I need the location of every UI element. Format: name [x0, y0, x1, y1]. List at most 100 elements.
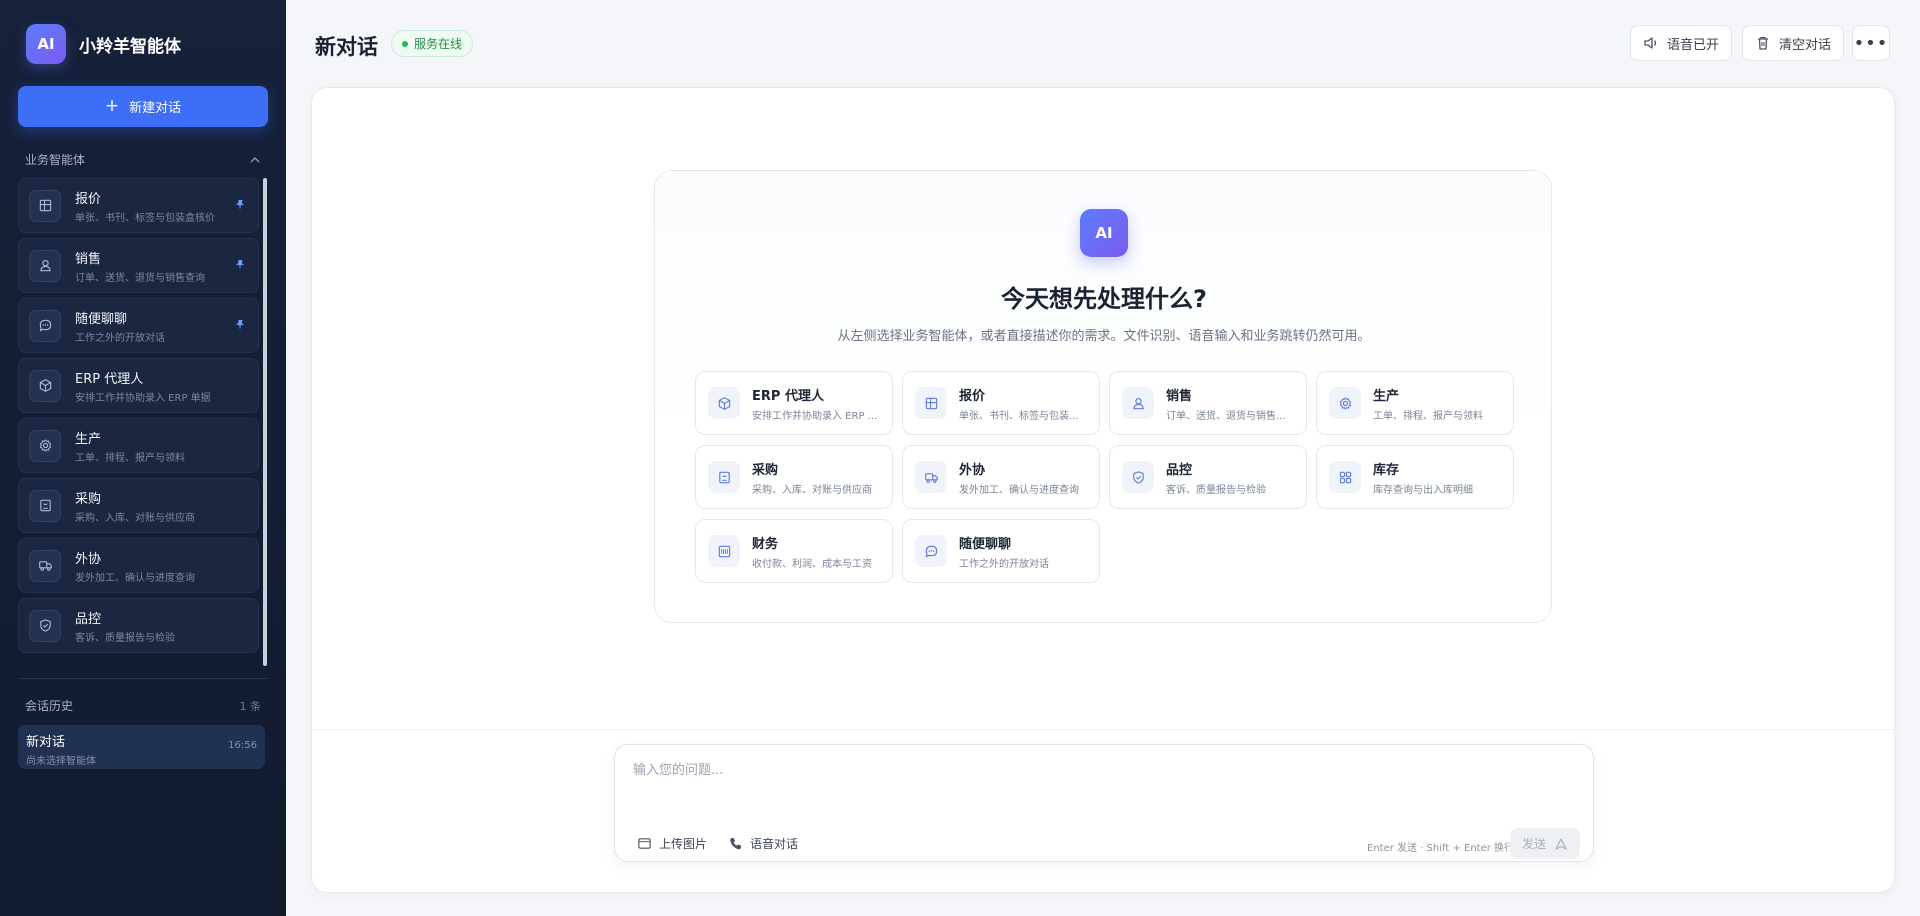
history-item[interactable]: 新对话 尚未选择智能体 16:56: [18, 725, 265, 769]
calculator-icon: [718, 545, 730, 557]
agent-icon-wrap: [29, 489, 61, 522]
quick-card-name: 报价: [959, 388, 986, 404]
quick-agent-card[interactable]: 外协发外加工、确认与进度查询: [902, 445, 1100, 509]
clear-chat-label: 清空对话: [1779, 37, 1832, 53]
quick-card-name: 随便聊聊: [959, 536, 1012, 552]
quick-agent-card[interactable]: ERP 代理人 安排工作并协助录入 ERP ...: [695, 371, 893, 435]
pin-icon[interactable]: [234, 199, 246, 214]
sidebar-agent-item[interactable]: 报价单张、书刊、标签与包装盒核价: [18, 178, 259, 233]
history-item-subtitle: 尚未选择智能体: [26, 756, 96, 767]
quick-card-name: 外协: [959, 462, 986, 478]
pin-icon[interactable]: [234, 319, 246, 334]
sidebar-agent-item[interactable]: 生产 工单、排程、报产与领料: [18, 418, 259, 473]
clear-chat-button[interactable]: 清空对话: [1742, 25, 1844, 61]
quick-text: 销售订单、送货、退货与销售...: [1166, 385, 1292, 422]
agent-name: 销售: [75, 251, 102, 267]
quick-agent-card[interactable]: 财务 收付款、利润、成本与工资: [695, 519, 893, 583]
trash-icon: [1758, 36, 1768, 50]
speaker-icon: [1644, 37, 1657, 49]
history-section-header: 会话历史 1 条: [25, 697, 261, 714]
agent-desc: 订单、送货、退货与销售查询: [75, 272, 205, 284]
scrollbar-thumb[interactable]: [263, 178, 267, 666]
send-label: 发送: [1521, 837, 1546, 851]
more-options-button[interactable]: •••: [1852, 25, 1890, 61]
quick-icon-wrap: [1122, 387, 1154, 419]
status-dot-icon: [402, 40, 408, 47]
composer: 上传图片 语音对话 Enter 发送 · Shift + Enter 换行 发送: [614, 744, 1594, 862]
upload-image-button[interactable]: 上传图片: [637, 835, 707, 852]
quick-icon-wrap: [708, 461, 740, 493]
quick-agent-card[interactable]: 品控 客诉、质量报告与检验: [1109, 445, 1307, 509]
quick-card-desc: 单张、书刊、标签与包装...: [959, 410, 1079, 422]
brand-logo: AI: [26, 24, 66, 64]
box-icon: [39, 499, 51, 512]
quick-agent-card[interactable]: 报价单张、书刊、标签与包装...: [902, 371, 1100, 435]
agent-icon-wrap: [29, 189, 61, 222]
agent-icon-wrap: [29, 249, 61, 282]
quick-card-desc: 订单、送货、退货与销售...: [1166, 410, 1286, 422]
quick-card-name: 财务: [752, 536, 779, 552]
sidebar-agent-item[interactable]: 销售订单、送货、退货与销售查询: [18, 238, 259, 293]
quick-agent-card[interactable]: 随便聊聊 工作之外的开放对话: [902, 519, 1100, 583]
cube-icon: [718, 396, 730, 410]
sidebar-agent-item[interactable]: 外协 发外加工、确认与进度查询: [18, 538, 259, 593]
box-icon: [718, 471, 730, 483]
quick-card-name: 品控: [1166, 462, 1193, 478]
quick-icon-wrap: [1122, 461, 1154, 493]
agent-icon-wrap: [29, 369, 61, 402]
new-chat-button[interactable]: + 新建对话: [18, 86, 268, 127]
user-icon: [39, 259, 51, 272]
agent-name: 采购: [75, 491, 102, 507]
voice-call-button[interactable]: 语音对话: [728, 835, 798, 852]
quick-icon-wrap: [708, 387, 740, 419]
quick-text: 品控 客诉、质量报告与检验: [1166, 459, 1292, 496]
sidebar-agent-item[interactable]: 品控 客诉、质量报告与检验: [18, 598, 259, 653]
agent-text: 销售订单、送货、退货与销售查询: [75, 248, 205, 284]
message-input[interactable]: [633, 759, 1573, 819]
agent-text: 品控 客诉、质量报告与检验: [75, 608, 175, 644]
agent-icon-wrap: [29, 429, 61, 462]
quick-text: 采购 采购、入库、对账与供应商: [752, 459, 878, 496]
agent-desc: 客诉、质量报告与检验: [75, 632, 175, 644]
voice-toggle-button[interactable]: 语音已开: [1630, 25, 1732, 61]
quick-text: 生产 工单、排程、报产与领料: [1373, 385, 1499, 422]
agent-name: 报价: [75, 191, 102, 207]
shield-icon: [1132, 470, 1144, 484]
quick-card-name: 销售: [1166, 388, 1193, 404]
agent-desc: 发外加工、确认与进度查询: [75, 572, 195, 584]
agent-name: 随便聊聊: [75, 311, 128, 327]
chevron-up-icon[interactable]: [249, 154, 261, 166]
voice-toggle-label: 语音已开: [1667, 37, 1720, 53]
agent-text: 随便聊聊工作之外的开放对话: [75, 308, 165, 344]
quick-card-desc: 发外加工、确认与进度查询: [959, 484, 1079, 496]
quick-card-desc: 安排工作并协助录入 ERP ...: [752, 410, 878, 422]
agent-list[interactable]: 报价单张、书刊、标签与包装盒核价销售订单、送货、退货与销售查询随便聊聊工作之外的…: [18, 178, 259, 666]
quick-agent-card[interactable]: 采购 采购、入库、对账与供应商: [695, 445, 893, 509]
quick-text: ERP 代理人 安排工作并协助录入 ERP ...: [752, 385, 878, 422]
agent-name: ERP 代理人: [75, 371, 144, 387]
agent-list-scrollbar[interactable]: [263, 178, 267, 666]
quick-text: 财务 收付款、利润、成本与工资: [752, 533, 878, 570]
quick-card-name: 生产: [1373, 388, 1400, 404]
quick-text: 外协发外加工、确认与进度查询: [959, 459, 1085, 496]
quick-agent-card[interactable]: 销售订单、送货、退货与销售...: [1109, 371, 1307, 435]
page-title: 新对话: [315, 35, 378, 59]
welcome-subtitle: 从左侧选择业务智能体，或者直接描述你的需求。文件识别、语音输入和业务跳转仍然可用…: [837, 329, 1371, 344]
send-button[interactable]: 发送: [1510, 828, 1580, 859]
agent-desc: 工作之外的开放对话: [75, 332, 165, 344]
brand: AI 小羚羊智能体: [26, 24, 181, 64]
agents-section-header[interactable]: 业务智能体: [25, 151, 261, 168]
quick-text: 随便聊聊 工作之外的开放对话: [959, 533, 1085, 570]
composer-divider: [312, 729, 1894, 730]
agent-desc: 单张、书刊、标签与包装盒核价: [75, 212, 215, 224]
sidebar-agent-item[interactable]: ERP 代理人 安排工作并协助录入 ERP 单据: [18, 358, 259, 413]
quick-agent-card[interactable]: 生产 工单、排程、报产与领料: [1316, 371, 1514, 435]
truck-icon: [924, 472, 938, 483]
agents-section-title: 业务智能体: [25, 153, 86, 167]
pin-icon[interactable]: [234, 259, 246, 274]
quick-icon-wrap: [1329, 387, 1361, 419]
quick-agent-card[interactable]: 库存 库存查询与出入库明细: [1316, 445, 1514, 509]
send-icon: [1555, 837, 1567, 850]
sidebar-agent-item[interactable]: 采购 采购、入库、对账与供应商: [18, 478, 259, 533]
sidebar-agent-item[interactable]: 随便聊聊工作之外的开放对话: [18, 298, 259, 353]
